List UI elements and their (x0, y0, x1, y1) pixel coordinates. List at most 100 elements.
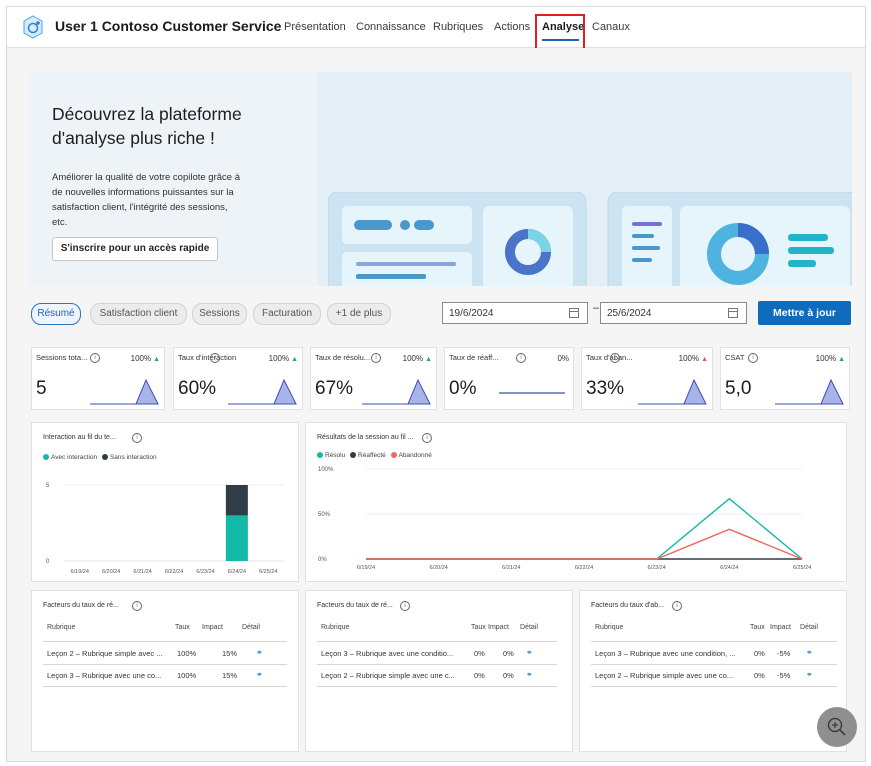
metric-card[interactable]: Taux de résolu... i 100% ▲ 67% (310, 347, 437, 410)
start-date-input[interactable]: 19/6/2024 (442, 302, 588, 324)
column-header-impact[interactable]: Impact (202, 624, 223, 631)
x-tick-label: 6/24/24 (228, 569, 246, 575)
x-tick-label: 6/19/24 (357, 565, 375, 571)
metric-card[interactable]: CSAT i 100% ▲ 5,0 (720, 347, 850, 410)
column-header-topic[interactable]: Rubrique (595, 624, 623, 631)
topic-cell[interactable]: Leçon 3 – Rubrique avec une conditio... (321, 649, 453, 658)
filter-pill-resume[interactable]: Résumé (31, 303, 81, 325)
update-button[interactable]: Mettre à jour (758, 301, 851, 325)
bar[interactable] (225, 485, 248, 516)
signup-button[interactable]: S'inscrire pour un accès rapide (52, 237, 218, 261)
x-tick-label: 6/22/24 (165, 569, 183, 575)
topic-cell[interactable]: Leçon 2 – Rubrique simple avec une c... (321, 671, 455, 680)
info-icon[interactable]: i (132, 433, 142, 443)
link-icon[interactable]: ⚭ (256, 670, 263, 679)
app-frame: User 1 Contoso Customer Service Présenta… (6, 6, 866, 762)
info-icon[interactable]: i (90, 353, 100, 363)
column-header-impact[interactable]: Impact (770, 624, 791, 631)
session-results-line-chart: 100% 50% 0% 6/19/24 6/20/24 6/21/24 6/22/24 6/2… (318, 467, 811, 571)
legend-label: Sans interaction (109, 454, 157, 461)
calendar-icon[interactable] (728, 308, 738, 318)
column-header-detail[interactable]: Détail (242, 624, 260, 631)
link-icon[interactable]: ⚭ (806, 670, 813, 679)
impact-cell: 15% (222, 671, 238, 680)
tab-connaissance[interactable]: Connaissance (356, 21, 426, 33)
info-icon[interactable]: i (610, 353, 620, 363)
y-tick-label: 5 (46, 483, 50, 489)
legend-label: Avec interaction (51, 454, 98, 461)
table-title: Facteurs du taux d'ab... (591, 602, 664, 609)
link-icon[interactable]: ⚭ (256, 648, 263, 657)
top-bar: User 1 Contoso Customer Service Présenta… (7, 7, 865, 50)
info-icon[interactable]: i (672, 601, 682, 611)
metric-change-value: 100% (815, 354, 837, 363)
sparkline (638, 378, 707, 405)
column-header-detail[interactable]: Détail (520, 624, 538, 631)
info-icon[interactable]: i (400, 601, 410, 611)
topic-cell[interactable]: Leçon 3 – Rubrique avec une condition, .… (595, 649, 736, 658)
column-header-detail[interactable]: Détail (800, 624, 818, 631)
column-header-rate[interactable]: Taux (750, 624, 765, 631)
column-header-impact[interactable]: Impact (488, 624, 509, 631)
tab-rubriques[interactable]: Rubriques (433, 21, 483, 33)
metric-change: 100% ▲ (403, 354, 432, 363)
link-icon[interactable]: ⚭ (526, 670, 533, 679)
info-icon[interactable]: i (371, 353, 381, 363)
tab-actions[interactable]: Actions (494, 21, 530, 33)
zoom-button[interactable] (817, 707, 857, 747)
series-line[interactable] (366, 528, 803, 560)
info-icon[interactable]: i (132, 601, 142, 611)
banner-description: Améliorer la qualité de votre copilote g… (52, 172, 240, 228)
column-header-rate[interactable]: Taux (471, 624, 486, 631)
column-header-rate[interactable]: Taux (175, 624, 190, 631)
end-date-value: 25/6/2024 (607, 308, 652, 319)
tab-presentation[interactable]: Présentation (284, 21, 346, 33)
x-tick-label: 6/25/24 (259, 569, 277, 575)
filter-pill-facturation[interactable]: Facturation (253, 303, 321, 325)
series-line[interactable] (366, 497, 803, 560)
x-tick-label: 6/23/24 (196, 569, 214, 575)
trend-up-icon: ▲ (423, 356, 432, 363)
end-date-input[interactable]: 25/6/2024 (600, 302, 747, 324)
info-icon[interactable]: i (516, 353, 526, 363)
y-tick-label: 50% (318, 512, 331, 518)
info-icon[interactable]: i (210, 353, 220, 363)
metric-card[interactable]: Taux de réaff... i 0% 0% (444, 347, 574, 410)
impact-cell: 0% (503, 671, 514, 680)
bar[interactable] (225, 515, 248, 561)
header-divider (591, 641, 837, 642)
sparkline (775, 378, 844, 405)
legend-swatch (43, 454, 49, 460)
row-divider (591, 664, 837, 665)
info-icon[interactable]: i (748, 353, 758, 363)
column-header-topic[interactable]: Rubrique (47, 624, 75, 631)
metric-value: 5 (36, 378, 47, 399)
link-icon[interactable]: ⚭ (526, 648, 533, 657)
info-icon[interactable]: i (422, 433, 432, 443)
table-title: Facteurs du taux de ré... (317, 602, 393, 609)
tab-canaux[interactable]: Canaux (592, 21, 630, 33)
filter-pill-satisfaction[interactable]: Satisfaction client (90, 303, 187, 325)
sparkline (228, 378, 297, 405)
metric-card[interactable]: Taux d'interaction i 100% ▲ 60% (173, 347, 303, 410)
sparkline-area (90, 378, 159, 405)
calendar-icon[interactable] (569, 308, 579, 318)
legend-label: Abandonné (398, 452, 432, 459)
metric-value: 33% (586, 378, 625, 399)
table-title: Facteurs du taux de ré... (43, 602, 119, 609)
metric-card[interactable]: Sessions tota... i 100% ▲ 5 (31, 347, 165, 410)
app-title: User 1 Contoso Customer Service (55, 18, 282, 34)
topic-cell[interactable]: Leçon 2 – Rubrique simple avec une co... (595, 671, 733, 680)
legend-label: Réaffecté (358, 452, 386, 459)
driver-table-panel: Facteurs du taux de ré... i Rubrique Taux Im… (305, 590, 573, 752)
topic-cell[interactable]: Leçon 3 – Rubrique avec une co... (47, 671, 161, 680)
link-icon[interactable]: ⚭ (806, 648, 813, 657)
topic-cell[interactable]: Leçon 2 – Rubrique simple avec ... (47, 649, 162, 658)
column-header-topic[interactable]: Rubrique (321, 624, 349, 631)
metric-card[interactable]: Taux d'aban... i 100% ▲ 33% (581, 347, 713, 410)
filter-pill-more[interactable]: +1 de plus (327, 303, 391, 325)
interaction-chart-panel: Interaction au fil du te... i Avec inter… (31, 422, 299, 582)
filter-pill-sessions[interactable]: Sessions (192, 303, 247, 325)
banner-title: Découvrez la plateforme d'analyse plus r… (52, 104, 242, 148)
session-results-chart-panel: Résultats de la session au fil ... i Rés… (305, 422, 847, 582)
